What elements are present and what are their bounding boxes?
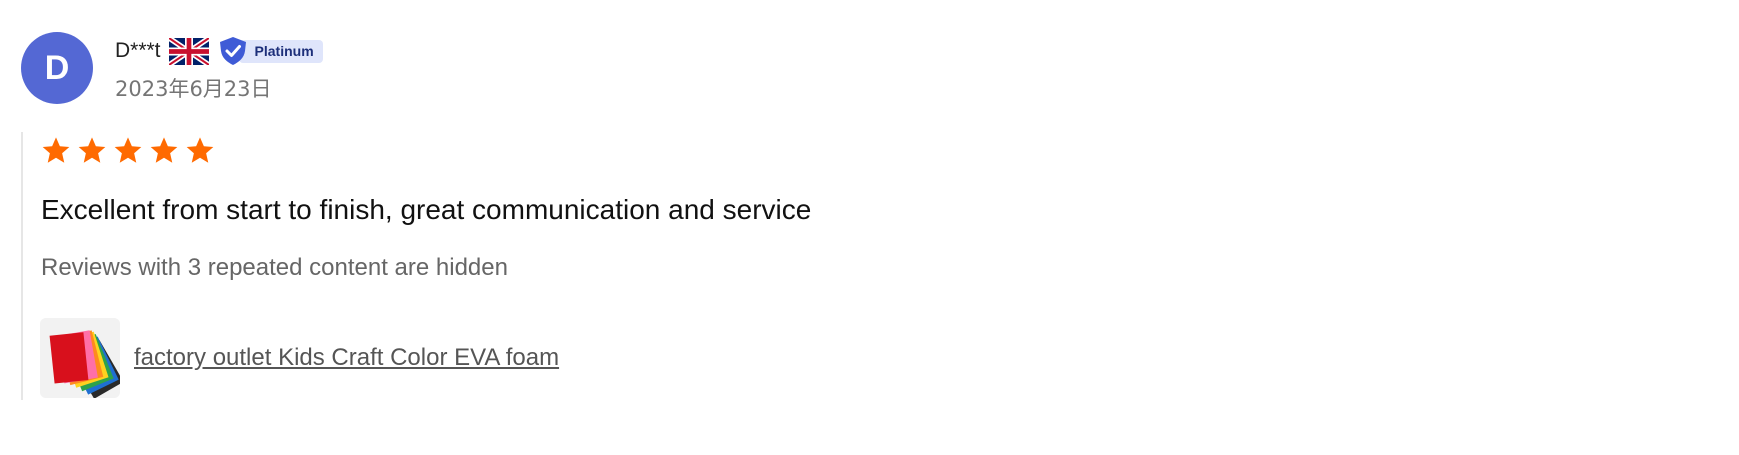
hidden-reviews-note: Reviews with 3 repeated content are hidd… xyxy=(41,254,508,281)
review-date: 2023年6月23日 xyxy=(115,77,272,101)
avatar: D xyxy=(21,32,93,104)
star-icon xyxy=(114,137,142,163)
reviewer-name: D***t xyxy=(115,39,161,62)
review-comment: Excellent from start to finish, great co… xyxy=(41,194,812,225)
avatar-letter: D xyxy=(44,48,70,87)
product-title-link[interactable]: factory outlet Kids Craft Color EVA foam xyxy=(134,344,559,372)
product-thumbnail[interactable] xyxy=(40,318,120,398)
star-rating xyxy=(40,135,216,167)
star-icon xyxy=(150,137,178,163)
reviewer-info: D***t Platinum xyxy=(115,36,323,66)
verified-shield-icon xyxy=(219,37,246,65)
star-icon xyxy=(186,137,214,163)
star-icon xyxy=(42,137,70,163)
review-divider xyxy=(21,132,23,400)
platinum-badge: Platinum xyxy=(217,37,323,65)
reviewed-product[interactable]: factory outlet Kids Craft Color EVA foam xyxy=(40,318,559,398)
uk-flag-icon xyxy=(168,37,209,65)
star-icon xyxy=(78,137,106,163)
badge-label: Platinum xyxy=(238,39,323,63)
review-card: D D***t Platinum 2023年6月23日 Excellent fr… xyxy=(0,0,1739,455)
